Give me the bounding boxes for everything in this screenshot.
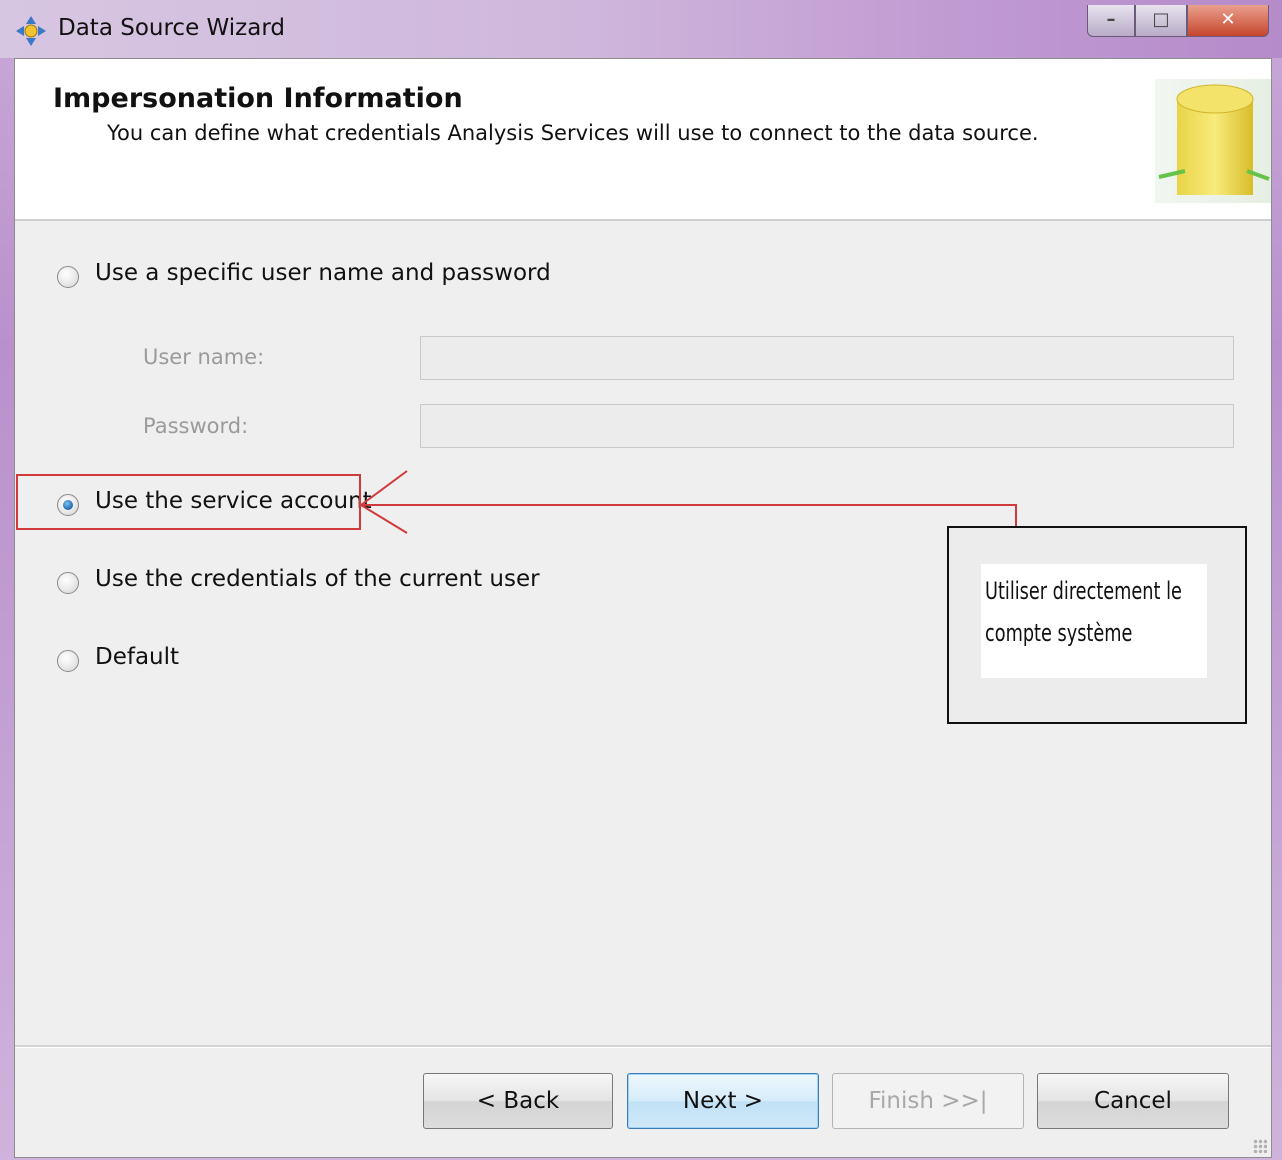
annotation-note-line-2: compte système <box>985 619 1133 647</box>
annotation-note-inner: Utiliser directement le compte système <box>981 564 1207 678</box>
wizard-window: Data Source Wizard – □ ✕ Impersonation I… <box>0 0 1282 1160</box>
resize-grip[interactable] <box>1253 1139 1267 1153</box>
minimize-icon: – <box>1106 9 1116 30</box>
title-bar[interactable]: Data Source Wizard – □ ✕ <box>0 0 1282 58</box>
back-button[interactable]: < Back <box>423 1073 613 1129</box>
wizard-page: Impersonation Information You can define… <box>14 58 1272 1158</box>
annotation-note-text: Utiliser directement le compte système <box>985 570 1206 654</box>
maximize-button[interactable]: □ <box>1135 5 1187 37</box>
window-title: Data Source Wizard <box>58 15 285 41</box>
next-button[interactable]: Next > <box>627 1073 819 1129</box>
finish-button[interactable]: Finish >>| <box>832 1073 1024 1129</box>
wizard-app-icon <box>16 16 46 46</box>
minimize-button[interactable]: – <box>1087 5 1135 37</box>
close-icon: ✕ <box>1220 9 1236 30</box>
footer-divider <box>15 1045 1271 1048</box>
cancel-button[interactable]: Cancel <box>1037 1073 1229 1129</box>
maximize-icon: □ <box>1152 9 1170 30</box>
close-button[interactable]: ✕ <box>1187 5 1269 37</box>
annotation-note: Utiliser directement le compte système <box>947 526 1247 724</box>
annotation-note-line-1: Utiliser directement le <box>985 577 1182 605</box>
